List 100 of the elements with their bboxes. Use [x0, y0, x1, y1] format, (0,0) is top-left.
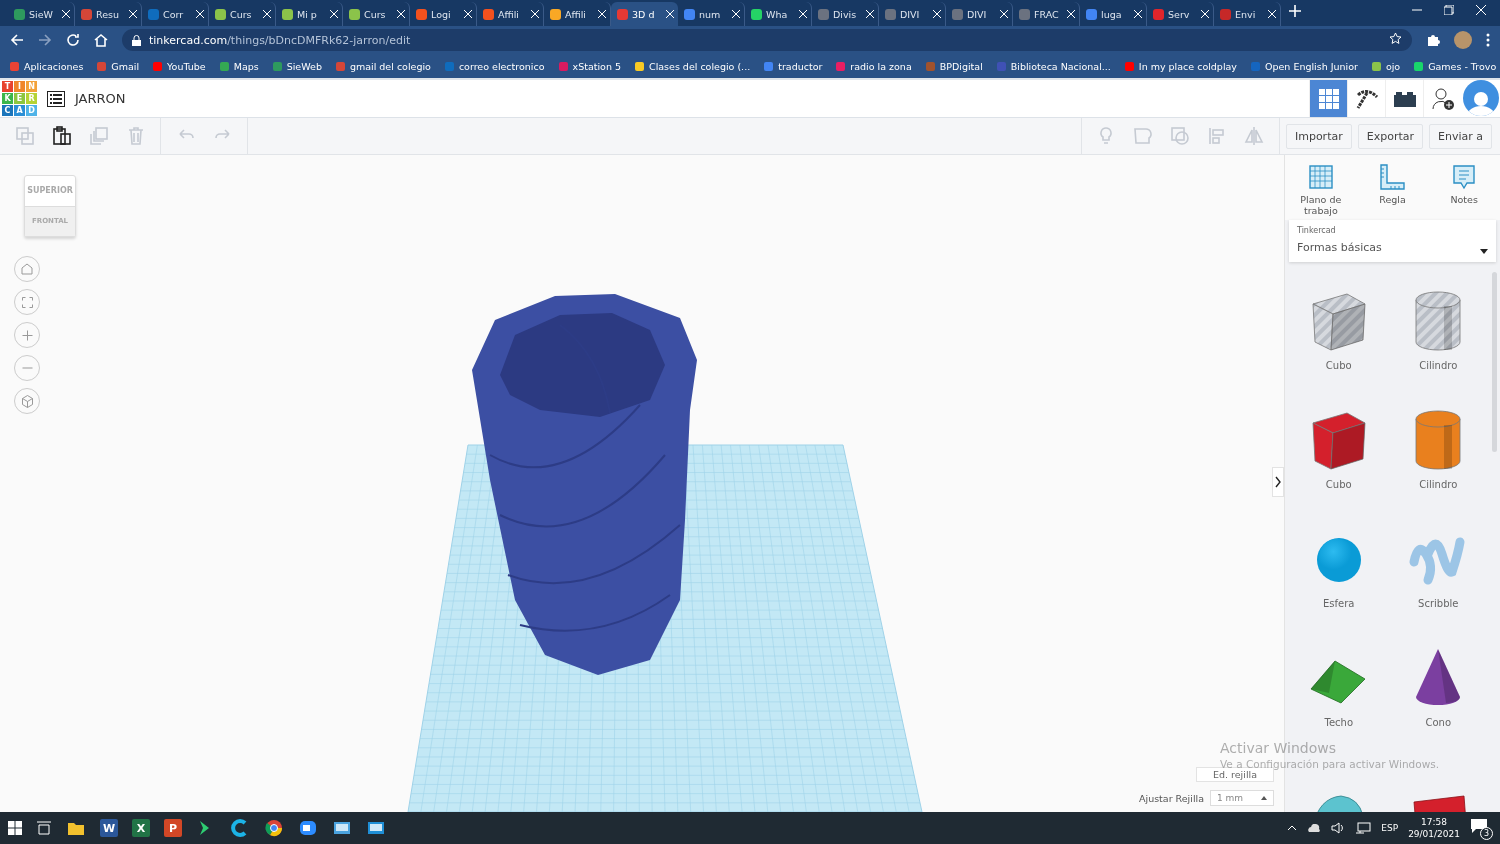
bookmark-link[interactable]: radio la zona	[836, 60, 912, 72]
grid-icon	[1317, 87, 1340, 110]
export-button[interactable]: Exportar	[1357, 123, 1423, 149]
close-icon[interactable]	[129, 10, 137, 18]
language-indicator[interactable]: ESP	[1381, 823, 1399, 833]
close-icon[interactable]	[1201, 10, 1209, 18]
grid-view-button[interactable]	[1309, 80, 1347, 117]
chevron-up-icon[interactable]	[1287, 825, 1298, 831]
logo-letter: E	[14, 93, 25, 104]
close-icon[interactable]	[1268, 10, 1276, 18]
close-icon[interactable]	[1476, 5, 1486, 15]
logo-letter: K	[2, 93, 13, 104]
reload-icon[interactable]	[66, 33, 80, 47]
shape-label: Cubo	[1325, 479, 1352, 490]
workplane-tool-button[interactable]: Plano de trabajo	[1290, 163, 1351, 216]
list-icon[interactable]	[47, 90, 65, 107]
speaker-icon[interactable]	[1331, 822, 1346, 834]
design-title[interactable]: JARRON	[75, 91, 126, 106]
vase-model-drawing[interactable]	[472, 294, 697, 675]
close-icon[interactable]	[531, 10, 539, 18]
perspective-icon	[21, 394, 33, 408]
logo-letter: T	[2, 81, 13, 92]
close-icon[interactable]	[1067, 10, 1075, 18]
send-to-button[interactable]: Enviar a	[1429, 123, 1492, 149]
shape-label: Cono	[1425, 717, 1452, 728]
caret-up-icon	[1261, 796, 1267, 800]
caret-down-icon	[1480, 249, 1488, 254]
logo-letter: I	[14, 81, 25, 92]
browser-tab[interactable]: 3D d	[611, 2, 678, 26]
bookmark-link[interactable]: SieWeb	[272, 60, 322, 72]
word-app-icon[interactable]: W	[100, 819, 118, 837]
back-icon[interactable]	[10, 33, 24, 47]
logo-letter: D	[26, 105, 37, 116]
bookmark-link[interactable]: xStation 5	[558, 60, 621, 72]
notifications-button[interactable]: 3	[1470, 818, 1490, 838]
bookmark-link[interactable]: Biblioteca Nacional...	[996, 60, 1111, 72]
zoom-in-button[interactable]	[14, 322, 40, 348]
close-icon[interactable]	[330, 10, 338, 18]
bookmark-link[interactable]: In my place coldplay	[1124, 60, 1237, 72]
shape-label: Techo	[1324, 717, 1353, 728]
chevron-right-icon	[1275, 476, 1281, 488]
menu-icon[interactable]	[1486, 33, 1490, 47]
paste-icon[interactable]	[51, 126, 72, 146]
ruler-tool-button[interactable]: Regla	[1362, 163, 1423, 216]
ruler-icon	[1378, 163, 1407, 191]
close-icon[interactable]	[598, 10, 606, 18]
excel-app-icon[interactable]: X	[132, 819, 150, 837]
cloud-icon[interactable]	[1307, 824, 1322, 832]
windows-start-icon[interactable]	[8, 821, 22, 835]
shape-label: Esfera	[1323, 598, 1355, 609]
close-icon[interactable]	[666, 10, 674, 18]
logo-letter: N	[26, 81, 37, 92]
bookmark-link[interactable]: Games - Trovo	[1414, 60, 1497, 72]
bookmark-link[interactable]: Open English Junior	[1251, 60, 1358, 72]
network-icon[interactable]	[1355, 822, 1372, 834]
close-icon[interactable]	[196, 10, 204, 18]
perspective-button[interactable]	[14, 388, 40, 414]
import-button[interactable]: Importar	[1285, 123, 1352, 149]
close-icon[interactable]	[732, 10, 740, 18]
scrollbar[interactable]	[1492, 272, 1497, 452]
notes-tool-button[interactable]: Notes	[1434, 163, 1495, 216]
address-field[interactable]: tinkercad.com/things/bDncDMFRk62-jarron/edit	[122, 29, 1412, 51]
puzzle-icon[interactable]	[1426, 33, 1440, 47]
bookmark-link[interactable]: Gmail	[97, 60, 140, 72]
bookmark-link[interactable]: YouTube	[153, 60, 206, 72]
bookmark-link[interactable]: Aplicaciones	[10, 60, 84, 72]
star-icon[interactable]	[1389, 32, 1402, 45]
close-icon[interactable]	[799, 10, 807, 18]
task-view-icon[interactable]	[36, 821, 52, 835]
clock[interactable]: 17:58 29/01/2021	[1408, 817, 1460, 839]
collapse-panel-button[interactable]	[1272, 467, 1284, 497]
add-user-icon	[1430, 86, 1455, 111]
new-tab-icon[interactable]	[1289, 5, 1301, 17]
close-icon[interactable]	[866, 10, 874, 18]
logo-letter: R	[26, 93, 37, 104]
close-icon[interactable]	[263, 10, 271, 18]
close-icon[interactable]	[1000, 10, 1008, 18]
profile-avatar[interactable]	[1454, 31, 1472, 49]
close-icon[interactable]	[397, 10, 405, 18]
powerpoint-app-icon[interactable]: P	[164, 819, 182, 837]
bookmark-link[interactable]: ojo	[1371, 60, 1401, 72]
bookmark-link[interactable]: gmail del colegio	[335, 60, 431, 72]
close-icon[interactable]	[62, 10, 70, 18]
shape-library-dropdown[interactable]: Tinkercad Formas básicas	[1289, 220, 1496, 262]
chrome-app-icon[interactable]	[264, 818, 284, 838]
bookmark-link[interactable]: correo electronico	[444, 60, 545, 72]
bookmark-link[interactable]: BPDigital	[925, 60, 983, 72]
close-icon[interactable]	[464, 10, 472, 18]
snap-grid-dropdown[interactable]: 1 mm	[1210, 790, 1274, 806]
home-icon[interactable]	[94, 33, 108, 47]
close-icon[interactable]	[933, 10, 941, 18]
close-icon[interactable]	[1134, 10, 1142, 18]
bookmark-link[interactable]: Clases del colegio (...	[635, 60, 751, 72]
forward-icon[interactable]	[38, 33, 52, 47]
restore-icon[interactable]	[1444, 5, 1454, 15]
bookmark-link[interactable]: Maps	[219, 60, 259, 72]
edit-grid-button[interactable]: Ed. rejilla	[1196, 767, 1274, 782]
logo-letter: C	[2, 105, 13, 116]
fit-view-button[interactable]	[14, 289, 40, 315]
bookmark-link[interactable]: traductor	[764, 60, 823, 72]
